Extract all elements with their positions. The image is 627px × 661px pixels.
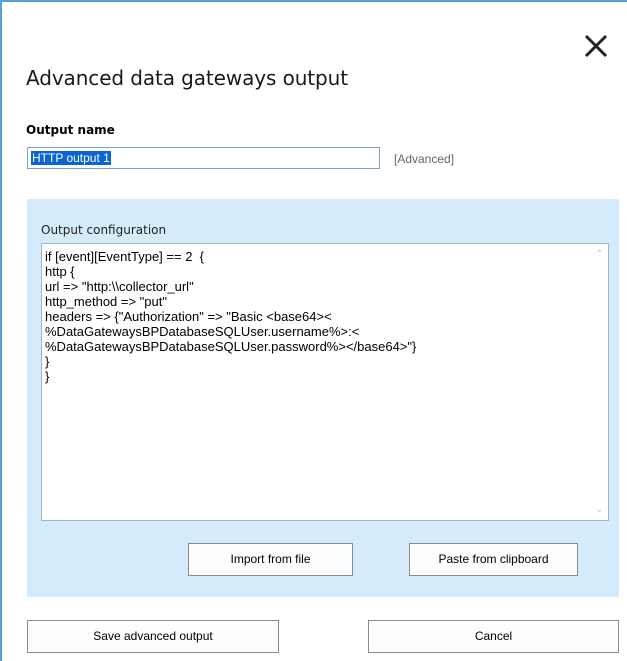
import-from-file-button[interactable]: Import from file [188,543,353,576]
advanced-output-dialog: Advanced data gateways output Output nam… [0,0,627,661]
paste-from-clipboard-button[interactable]: Paste from clipboard [409,543,578,576]
close-button[interactable] [580,30,612,62]
cancel-button[interactable]: Cancel [368,620,619,653]
close-icon [584,34,608,58]
configuration-code: if [event][EventType] == 2 { http { url … [45,249,417,384]
output-name-input[interactable]: HTTP output 1 [27,147,380,169]
scroll-down-icon[interactable]: ⌄ [591,501,608,518]
vertical-scrollbar[interactable]: ⌃ ⌄ [591,244,608,520]
output-configuration-panel: Output configuration if [event][EventTyp… [27,199,619,597]
dialog-title: Advanced data gateways output [26,66,348,90]
advanced-link[interactable]: [Advanced] [394,152,454,166]
scroll-up-icon[interactable]: ⌃ [591,246,608,263]
output-name-value: HTTP output 1 [31,151,111,165]
output-name-label: Output name [26,123,115,137]
save-advanced-output-button[interactable]: Save advanced output [27,620,279,653]
output-configuration-label: Output configuration [41,223,167,237]
output-configuration-textarea[interactable]: if [event][EventType] == 2 { http { url … [41,243,609,521]
